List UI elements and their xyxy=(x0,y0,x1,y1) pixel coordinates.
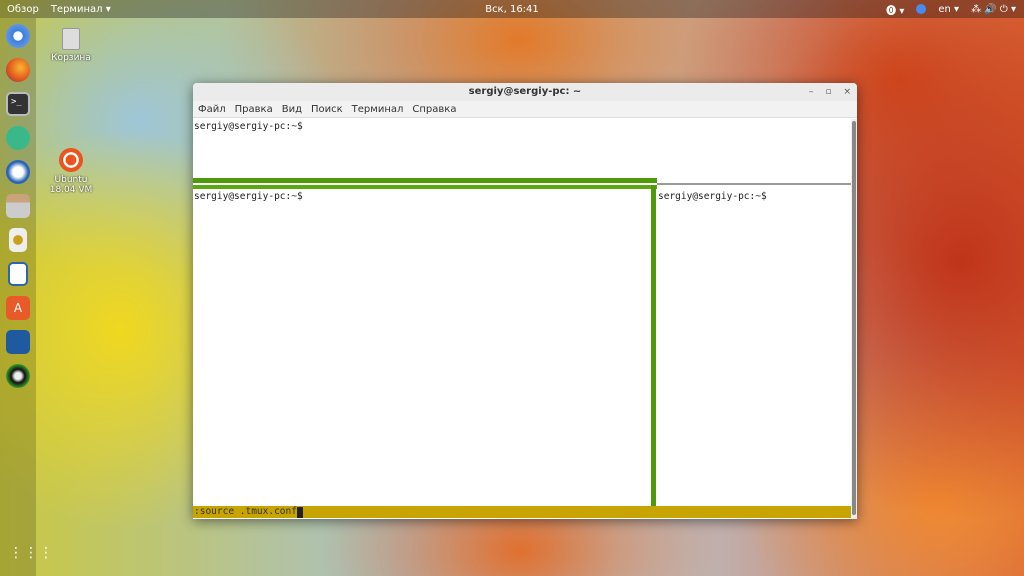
bottom-right-pane-prompt: sergiy@sergiy-pc:~$ xyxy=(658,191,767,202)
menu-search[interactable]: Поиск xyxy=(311,104,343,115)
menu-view[interactable]: Вид xyxy=(282,104,302,115)
dock: >_ A ⋮⋮⋮ xyxy=(0,18,53,576)
trash-label: Корзина xyxy=(51,53,91,63)
pane-border-vertical xyxy=(651,185,656,507)
terminal-window: sergiy@sergiy-pc: ~ – ▫ × Файл Правка Ви… xyxy=(193,83,857,519)
thunderbird-icon[interactable] xyxy=(6,160,30,184)
firefox-icon[interactable] xyxy=(6,58,30,82)
menu-help[interactable]: Справка xyxy=(412,104,456,115)
scrollbar-thumb[interactable] xyxy=(852,121,856,515)
menu-terminal[interactable]: Терминал xyxy=(352,104,404,115)
menu-file[interactable]: Файл xyxy=(198,104,226,115)
minimize-button[interactable]: – xyxy=(809,83,814,101)
activities-button[interactable]: Обзор xyxy=(7,4,39,15)
scrollbar[interactable] xyxy=(851,119,857,519)
ubuntu-icon xyxy=(59,148,83,172)
gimp-icon[interactable] xyxy=(6,364,30,388)
chromium-icon[interactable] xyxy=(6,24,30,48)
show-applications-button[interactable]: ⋮⋮⋮ xyxy=(9,546,54,560)
rhythmbox-icon[interactable] xyxy=(9,228,27,252)
pane-border-active xyxy=(193,178,657,183)
title-bar[interactable]: sergiy@sergiy-pc: ~ – ▫ × xyxy=(193,83,857,101)
pane-border-active xyxy=(193,185,657,189)
ubuntu-label: Ubuntu 18.04 VM xyxy=(49,175,93,195)
desktop-ubuntu-vm[interactable]: Ubuntu 18.04 VM xyxy=(41,148,101,195)
window-title: sergiy@sergiy-pc: ~ xyxy=(468,86,582,97)
bottom-left-pane-prompt: sergiy@sergiy-pc:~$ xyxy=(194,191,303,202)
files-icon[interactable] xyxy=(6,194,30,218)
libreoffice-writer-icon[interactable] xyxy=(8,262,28,286)
close-button[interactable]: × xyxy=(843,83,851,101)
maximize-button[interactable]: ▫ xyxy=(825,83,831,101)
menu-bar: Файл Правка Вид Поиск Терминал Справка xyxy=(193,101,857,118)
virtualbox-icon[interactable] xyxy=(6,330,30,354)
accessibility-menu[interactable]: ⓿ ▾ xyxy=(886,2,904,17)
terminal-icon[interactable]: >_ xyxy=(6,92,30,116)
tmux-status-bar: :source .tmux.conf xyxy=(193,506,851,518)
desktop-trash[interactable]: Корзина xyxy=(41,28,101,63)
trash-icon xyxy=(62,28,80,50)
top-bar: Обзор Терминал ▾ Вск, 16:41 ⓿ ▾ en ▾ ⁂ 🔊… xyxy=(0,0,1024,18)
clock[interactable]: Вск, 16:41 xyxy=(485,4,539,15)
menu-edit[interactable]: Правка xyxy=(235,104,273,115)
chrome-indicator-icon[interactable] xyxy=(916,4,927,14)
software-center-icon[interactable]: A xyxy=(6,296,30,320)
language-menu[interactable]: en ▾ xyxy=(938,4,959,15)
tmux-command-line[interactable]: :source .tmux.conf xyxy=(194,506,297,517)
atom-icon[interactable] xyxy=(6,126,30,150)
app-menu[interactable]: Терминал ▾ xyxy=(51,4,111,15)
pane-border xyxy=(657,183,851,185)
terminal-area[interactable]: sergiy@sergiy-pc:~$ sergiy@sergiy-pc:~$ … xyxy=(193,119,851,519)
system-menu[interactable]: ⁂ 🔊 ⏻ ▾ xyxy=(971,4,1016,15)
cursor xyxy=(297,507,303,518)
top-pane-prompt: sergiy@sergiy-pc:~$ xyxy=(194,121,303,132)
